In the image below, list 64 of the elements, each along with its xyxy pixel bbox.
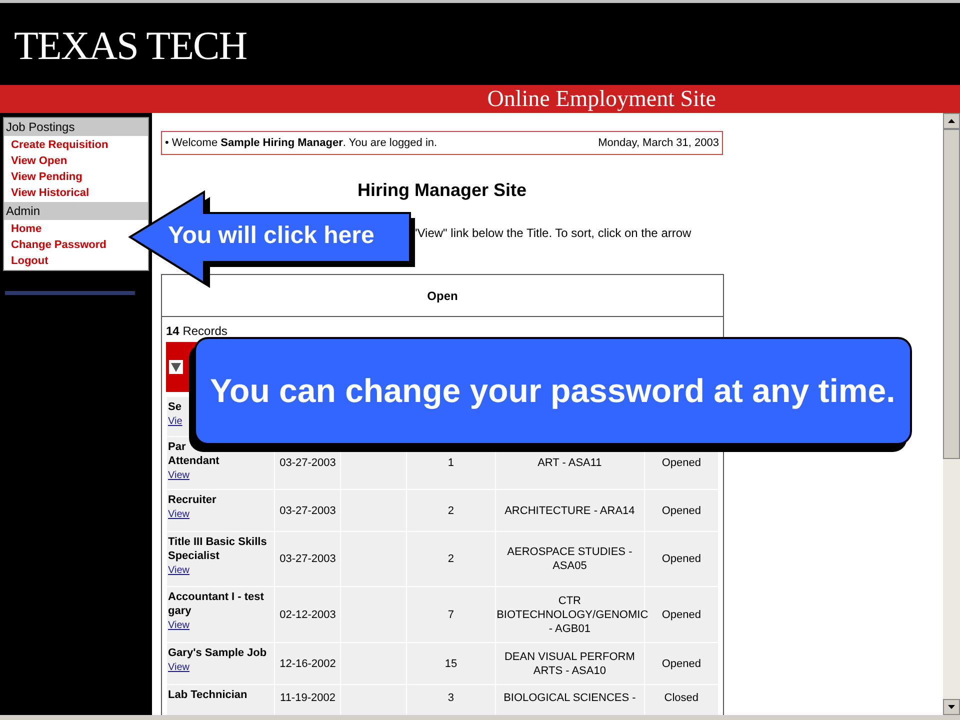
sidebar-link[interactable]: View Historical <box>11 185 90 201</box>
table-cell: 2 <box>448 553 454 565</box>
sidebar-heading: Admin <box>4 202 148 220</box>
scroll-down-icon[interactable] <box>943 699 960 715</box>
date-text: Monday, March 31, 2003 <box>598 136 719 151</box>
sidebar-heading: Job Postings <box>4 118 148 136</box>
table-cell: 7 <box>448 608 454 620</box>
welcome-text: • Welcome Sample Hiring Manager. You are logged in. <box>165 136 438 151</box>
record-count: 14 Records <box>166 324 228 338</box>
job-title: Recruiter <box>168 493 216 507</box>
sidebar-link[interactable]: View Pending <box>11 169 82 185</box>
table-cell: 2 <box>448 504 454 516</box>
sort-arrow-icon[interactable] <box>169 360 183 374</box>
table-cell: CTR BIOTECHNOLOGY/GENOMIC - AGB01 <box>496 594 648 634</box>
table-cell: Opened <box>662 553 701 565</box>
table-cell: Opened <box>662 504 701 516</box>
instructions-text: "View" link below the Title. To sort, click on the arrow <box>413 226 692 240</box>
table-cell: DEAN VISUAL PERFORM ARTS - ASA10 <box>504 650 635 676</box>
job-title: Title III Basic Skills <box>168 535 267 549</box>
scrollbar[interactable] <box>943 113 960 715</box>
view-link[interactable]: View <box>168 563 190 578</box>
table-cell: BIOLOGICAL SCIENCES - <box>504 692 636 704</box>
view-link[interactable]: View <box>168 468 190 483</box>
logo: TEXAS TECH <box>14 26 247 66</box>
job-title: Par <box>168 440 186 454</box>
view-link[interactable]: Vie <box>168 414 182 429</box>
table-cell: ARCHITECTURE - ARA14 <box>504 504 635 516</box>
sidebar-link[interactable]: Create Requisition <box>11 137 108 153</box>
table-cell: 02-12-2003 <box>280 608 336 620</box>
job-title: Gary's Sample Job <box>168 646 267 660</box>
job-title: Specialist <box>168 549 220 563</box>
view-link[interactable]: View <box>168 618 190 633</box>
table-cell: 15 <box>444 658 458 670</box>
sidebar-link[interactable]: Change Password <box>11 237 106 253</box>
table-cell: 03-27-2003 <box>280 553 336 565</box>
table-cell: AEROSPACE STUDIES - ASA05 <box>507 546 632 572</box>
job-title: gary <box>168 604 192 618</box>
sidebar-link[interactable]: Home <box>11 221 42 237</box>
table-cell: ART - ASA11 <box>538 457 602 469</box>
table-cell: Closed <box>664 692 699 704</box>
callout-text: You can change your password at any time. <box>210 371 896 412</box>
table-cell: 11-19-2002 <box>280 692 336 704</box>
table-cell: 03-27-2003 <box>280 457 336 469</box>
view-link[interactable]: View <box>168 507 190 522</box>
table-cell: 03-27-2003 <box>280 504 336 516</box>
table-cell: Opened <box>662 608 701 620</box>
job-title: Lab Technician <box>168 688 248 702</box>
table-cell: 12-16-2002 <box>280 658 336 670</box>
table-cell: 1 <box>448 457 454 469</box>
table-title: Open <box>427 288 458 304</box>
table-cell: Opened <box>662 457 701 469</box>
view-link[interactable]: View <box>168 660 190 675</box>
sidebar-link[interactable]: Logout <box>11 253 48 269</box>
job-title: Se <box>168 400 182 414</box>
scroll-thumb[interactable] <box>943 129 960 459</box>
callout-text: You will click here <box>168 222 374 250</box>
page-title: Hiring Manager Site <box>357 179 527 201</box>
sidebar-link[interactable]: View Open <box>11 153 68 169</box>
table-cell: 3 <box>448 692 454 704</box>
site-title: Online Employment Site <box>487 84 716 113</box>
job-title: Accountant I - test <box>168 590 264 604</box>
job-title: Attendant <box>168 454 220 468</box>
scroll-up-icon[interactable] <box>943 113 960 129</box>
table-cell: Opened <box>662 658 701 670</box>
